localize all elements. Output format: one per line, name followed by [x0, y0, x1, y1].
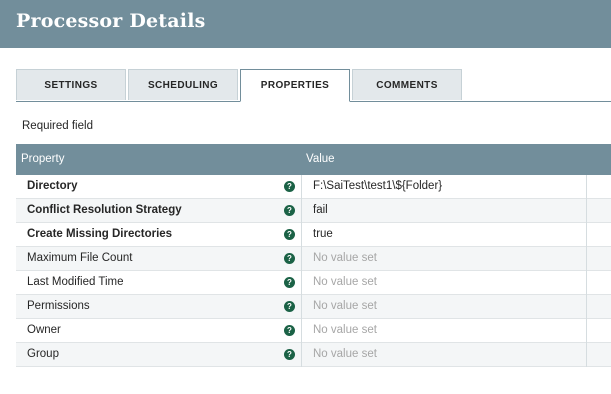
column-divider — [301, 319, 302, 343]
help-icon[interactable]: ? — [284, 229, 295, 240]
property-value[interactable]: true — [313, 228, 333, 240]
table-row[interactable]: Group? No value set — [16, 343, 611, 367]
property-name: Owner — [27, 324, 61, 336]
column-divider — [586, 223, 587, 247]
column-divider — [586, 343, 587, 367]
column-divider — [301, 247, 302, 271]
property-value[interactable]: No value set — [313, 252, 377, 264]
property-value[interactable]: No value set — [313, 324, 377, 336]
column-divider — [586, 295, 587, 319]
property-value[interactable]: No value set — [313, 348, 377, 360]
dialog-title: Processor Details — [16, 10, 206, 32]
column-divider — [301, 175, 302, 199]
column-divider — [301, 199, 302, 223]
property-name: Maximum File Count — [27, 252, 133, 264]
property-name: Conflict Resolution Strategy — [27, 204, 182, 216]
help-icon[interactable]: ? — [284, 301, 295, 312]
table-row[interactable]: Directory? F:\SaiTest\test1\${Folder} — [16, 175, 611, 199]
property-name: Directory — [27, 180, 78, 192]
column-divider — [301, 343, 302, 367]
tab-bar: SETTINGS SCHEDULING PROPERTIES COMMENTS — [16, 69, 611, 102]
table-row[interactable]: Create Missing Directories? true — [16, 223, 611, 247]
properties-table: Property Value Directory? F:\SaiTest\test… — [16, 144, 611, 367]
table-row[interactable]: Owner? No value set — [16, 319, 611, 343]
property-name: Create Missing Directories — [27, 228, 173, 240]
column-header-value[interactable]: Value — [306, 153, 335, 165]
required-field-note: Required field — [22, 120, 93, 132]
property-name: Last Modified Time — [27, 276, 124, 288]
column-divider — [586, 247, 587, 271]
table-header: Property Value — [16, 144, 611, 175]
help-icon[interactable]: ? — [284, 181, 295, 192]
column-header-property[interactable]: Property — [21, 153, 64, 165]
help-icon[interactable]: ? — [284, 205, 295, 216]
tab-properties[interactable]: PROPERTIES — [240, 69, 350, 102]
help-icon[interactable]: ? — [284, 349, 295, 360]
table-row[interactable]: Last Modified Time? No value set — [16, 271, 611, 295]
tab-settings[interactable]: SETTINGS — [16, 69, 126, 100]
property-value[interactable]: No value set — [313, 276, 377, 288]
dialog-header: Processor Details — [0, 0, 611, 48]
table-body: Directory? F:\SaiTest\test1\${Folder} Conf… — [16, 175, 611, 367]
column-divider — [301, 223, 302, 247]
property-value[interactable]: No value set — [313, 300, 377, 312]
tab-comments[interactable]: COMMENTS — [352, 69, 462, 100]
column-divider — [586, 271, 587, 295]
property-value[interactable]: F:\SaiTest\test1\${Folder} — [313, 180, 442, 192]
property-name: Permissions — [27, 300, 90, 312]
property-value[interactable]: fail — [313, 204, 328, 216]
column-divider — [586, 199, 587, 223]
help-icon[interactable]: ? — [284, 253, 295, 264]
property-name: Group — [27, 348, 59, 360]
column-divider — [301, 295, 302, 319]
column-divider — [586, 319, 587, 343]
help-icon[interactable]: ? — [284, 325, 295, 336]
table-row[interactable]: Permissions? No value set — [16, 295, 611, 319]
column-divider — [586, 175, 587, 199]
table-row[interactable]: Maximum File Count? No value set — [16, 247, 611, 271]
table-row[interactable]: Conflict Resolution Strategy? fail — [16, 199, 611, 223]
tab-scheduling[interactable]: SCHEDULING — [128, 69, 238, 100]
help-icon[interactable]: ? — [284, 277, 295, 288]
column-divider — [301, 271, 302, 295]
